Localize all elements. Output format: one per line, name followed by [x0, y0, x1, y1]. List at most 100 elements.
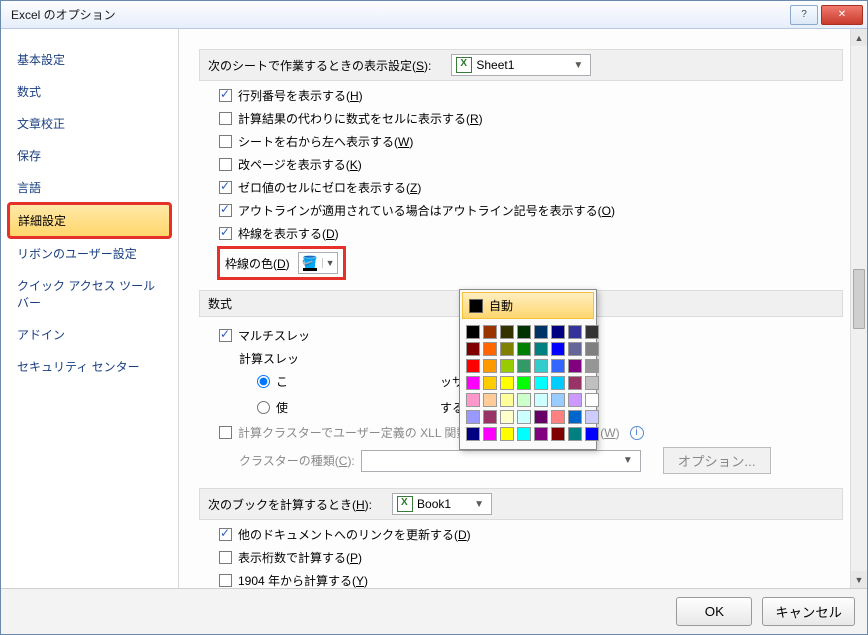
check-row-gridlines-box[interactable]	[219, 227, 232, 240]
color-swatch[interactable]	[483, 427, 497, 441]
info-icon[interactable]: i	[630, 426, 644, 440]
scroll-up-icon[interactable]: ▲	[851, 29, 867, 46]
check-row-formulas-box[interactable]	[219, 112, 232, 125]
color-auto-row[interactable]: 自動	[462, 292, 594, 319]
color-swatch[interactable]	[534, 393, 548, 407]
color-swatch[interactable]	[534, 359, 548, 373]
t: W	[604, 426, 615, 440]
color-swatch[interactable]	[466, 427, 480, 441]
sidebar-item-formula[interactable]: 数式	[9, 76, 170, 107]
color-swatch[interactable]	[500, 393, 514, 407]
radio-manual-count[interactable]	[257, 401, 270, 414]
color-swatch[interactable]	[551, 325, 565, 339]
scroll-down-icon[interactable]: ▼	[851, 571, 867, 588]
label: 使	[276, 399, 288, 416]
check-row-outline-box[interactable]	[219, 204, 232, 217]
sidebar-item-addins[interactable]: アドイン	[9, 319, 170, 350]
color-swatch[interactable]	[517, 427, 531, 441]
color-swatch[interactable]	[551, 376, 565, 390]
color-swatch[interactable]	[483, 359, 497, 373]
color-swatch[interactable]	[551, 359, 565, 373]
color-swatch[interactable]	[517, 342, 531, 356]
color-swatch[interactable]	[534, 427, 548, 441]
color-swatch[interactable]	[517, 393, 531, 407]
gridline-color-button[interactable]: 🪣 ▼	[298, 252, 338, 274]
color-swatch[interactable]	[466, 342, 480, 356]
color-swatch[interactable]	[568, 325, 582, 339]
sidebar-item-basic[interactable]: 基本設定	[9, 44, 170, 75]
color-swatch[interactable]	[568, 342, 582, 356]
cancel-button[interactable]: キャンセル	[762, 597, 855, 626]
color-swatch[interactable]	[500, 359, 514, 373]
color-swatch[interactable]	[568, 410, 582, 424]
color-swatch[interactable]	[500, 427, 514, 441]
check-1904-box[interactable]	[219, 574, 232, 587]
window-title: Excel のオプション	[5, 6, 787, 23]
color-swatch[interactable]	[517, 376, 531, 390]
color-swatch[interactable]	[551, 393, 565, 407]
color-swatch[interactable]	[585, 325, 599, 339]
color-swatch[interactable]	[483, 410, 497, 424]
color-swatch[interactable]	[534, 325, 548, 339]
color-swatch[interactable]	[568, 393, 582, 407]
color-swatch[interactable]	[534, 410, 548, 424]
check-row-headings-box[interactable]	[219, 89, 232, 102]
color-swatch[interactable]	[534, 342, 548, 356]
color-swatch[interactable]	[534, 376, 548, 390]
sidebar-item-proofing[interactable]: 文章校正	[9, 108, 170, 139]
sidebar-item-ribbon[interactable]: リボンのユーザー設定	[9, 238, 170, 269]
color-swatch[interactable]	[483, 376, 497, 390]
help-button[interactable]: ?	[790, 5, 818, 25]
color-swatch[interactable]	[568, 359, 582, 373]
check-row-zeros-box[interactable]	[219, 181, 232, 194]
color-swatch[interactable]	[585, 342, 599, 356]
color-swatch[interactable]	[585, 359, 599, 373]
color-swatch[interactable]	[551, 427, 565, 441]
color-swatch[interactable]	[500, 376, 514, 390]
color-swatch[interactable]	[517, 359, 531, 373]
t: ゼロ値のセルにゼロを表示する(	[238, 181, 410, 195]
close-button[interactable]: ✕	[821, 5, 863, 25]
color-swatch[interactable]	[585, 393, 599, 407]
color-swatch[interactable]	[466, 376, 480, 390]
radio-all-processors[interactable]	[257, 375, 270, 388]
multithread-check[interactable]	[219, 329, 232, 342]
color-swatch[interactable]	[551, 342, 565, 356]
color-swatch[interactable]	[585, 376, 599, 390]
sidebar-item-language[interactable]: 言語	[9, 172, 170, 203]
sidebar-item-qat[interactable]: クイック アクセス ツール バー	[9, 270, 170, 318]
color-swatch[interactable]	[551, 410, 565, 424]
color-swatch[interactable]	[500, 410, 514, 424]
sheet-select[interactable]: Sheet1 ▼	[451, 54, 591, 76]
sidebar-item-trust[interactable]: セキュリティ センター	[9, 351, 170, 382]
titlebar: Excel のオプション ? ✕	[1, 1, 867, 29]
color-swatch[interactable]	[568, 427, 582, 441]
color-swatch[interactable]	[500, 342, 514, 356]
color-swatch[interactable]	[500, 325, 514, 339]
color-swatch[interactable]	[585, 410, 599, 424]
color-swatch[interactable]	[483, 393, 497, 407]
t: D	[458, 528, 467, 542]
color-swatch[interactable]	[568, 376, 582, 390]
color-swatch[interactable]	[466, 410, 480, 424]
book-select[interactable]: Book1 ▼	[392, 493, 492, 515]
t: 枠線を表示する(	[238, 227, 326, 241]
color-swatch[interactable]	[483, 325, 497, 339]
sidebar-item-advanced[interactable]: 詳細設定	[9, 204, 170, 237]
vertical-scrollbar[interactable]: ▲ ▼	[850, 29, 867, 588]
scroll-thumb[interactable]	[853, 269, 865, 329]
check-update-links-box[interactable]	[219, 528, 232, 541]
check-precision-box[interactable]	[219, 551, 232, 564]
sidebar-item-save[interactable]: 保存	[9, 140, 170, 171]
check-row-pagebreaks-box[interactable]	[219, 158, 232, 171]
label: 改ページを表示する(K)	[238, 156, 362, 173]
color-swatch[interactable]	[483, 342, 497, 356]
check-row-rtl-box[interactable]	[219, 135, 232, 148]
color-swatch[interactable]	[466, 325, 480, 339]
color-swatch[interactable]	[585, 427, 599, 441]
color-swatch[interactable]	[517, 325, 531, 339]
color-swatch[interactable]	[466, 359, 480, 373]
ok-button[interactable]: OK	[676, 597, 752, 626]
color-swatch[interactable]	[517, 410, 531, 424]
color-swatch[interactable]	[466, 393, 480, 407]
